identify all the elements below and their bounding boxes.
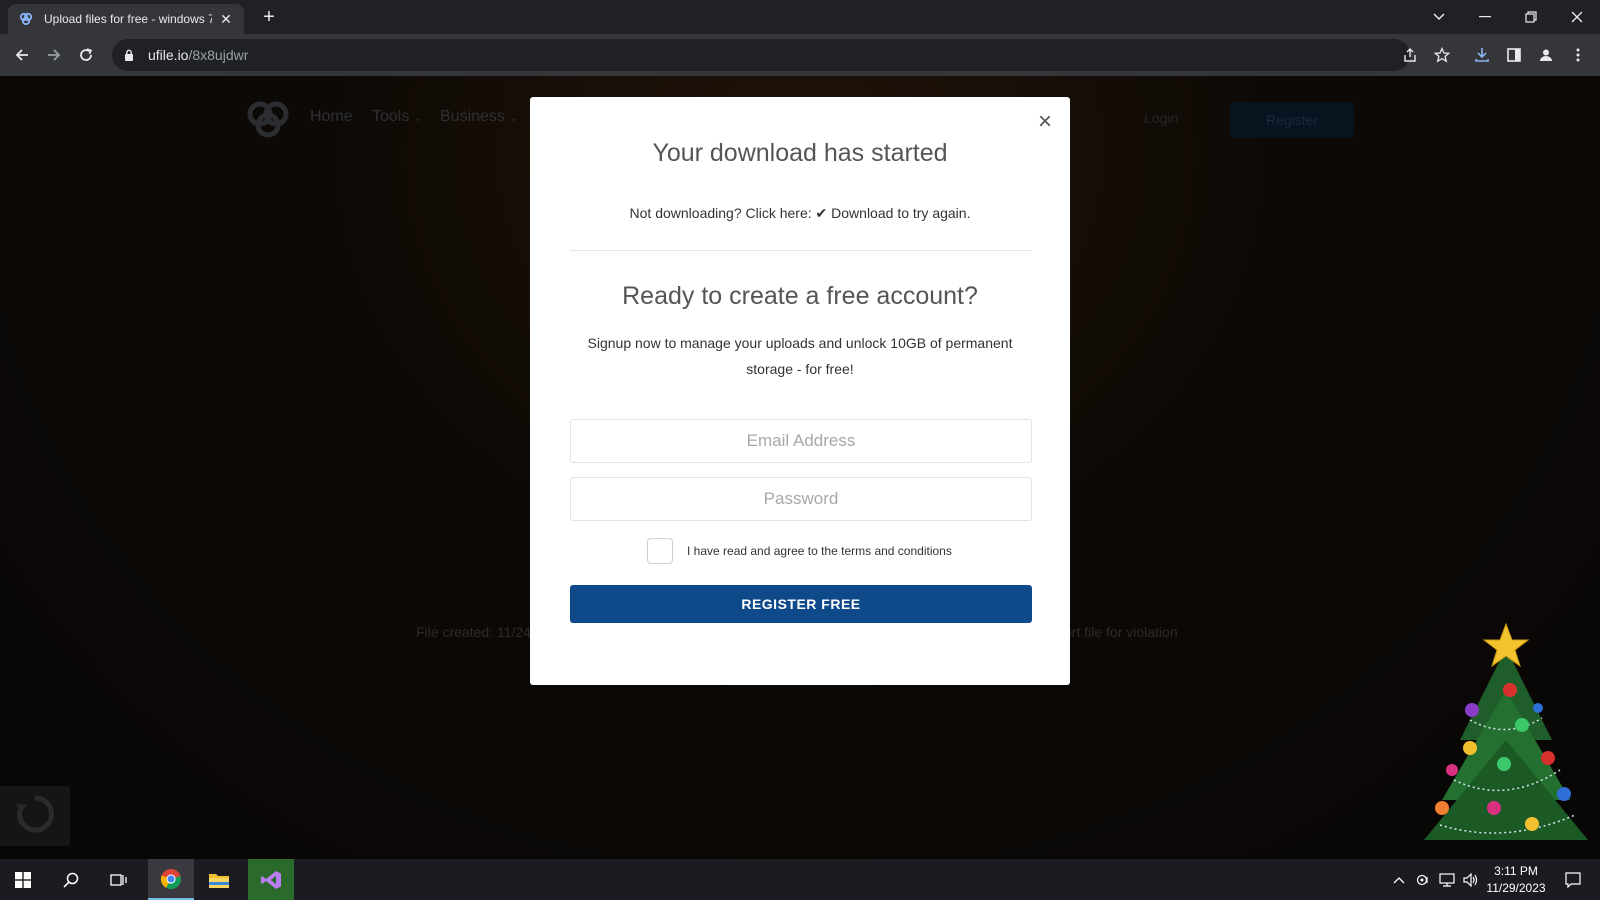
browser-titlebar: Upload files for free - windows 7 ✕ + xyxy=(0,0,1600,34)
tab-title: Upload files for free - windows 7 xyxy=(44,12,212,26)
visual-studio-icon[interactable] xyxy=(248,859,294,900)
email-field[interactable] xyxy=(570,419,1032,463)
signup-text: Signup now to manage your uploads and un… xyxy=(587,335,1013,377)
modal-title: Your download has started xyxy=(652,139,948,167)
tab-search-icon[interactable] xyxy=(1416,0,1462,34)
share-icon[interactable] xyxy=(1398,43,1422,67)
windows-taskbar: 3:11 PM 11/29/2023 xyxy=(0,859,1600,900)
not-downloading-prefix: Not downloading? Click here: xyxy=(629,205,812,221)
menu-kebab-icon[interactable] xyxy=(1566,43,1590,67)
browser-toolbar: ufile.io/8x8ujdwr xyxy=(0,34,1600,76)
terms-checkbox[interactable] xyxy=(647,538,673,564)
account-title: Ready to create a free account? xyxy=(622,282,978,310)
ufile-favicon-icon xyxy=(18,11,34,27)
forward-button[interactable] xyxy=(40,41,68,69)
not-downloading-suffix: to try again. xyxy=(897,205,971,221)
chevron-up-icon[interactable] xyxy=(1388,859,1410,900)
download-link-label: Download xyxy=(831,205,894,221)
url-text: ufile.io/8x8ujdwr xyxy=(148,47,248,63)
taskbar-clock[interactable]: 3:11 PM 11/29/2023 xyxy=(1480,863,1552,897)
minimize-button[interactable] xyxy=(1462,0,1508,34)
close-icon[interactable]: × xyxy=(1034,110,1056,134)
camera-icon[interactable] xyxy=(1412,859,1434,900)
password-field[interactable] xyxy=(570,477,1032,521)
restore-button[interactable] xyxy=(1508,0,1554,34)
register-modal: × Your download has started Not download… xyxy=(530,97,1070,685)
chrome-taskbar-icon[interactable] xyxy=(148,859,194,900)
reload-button[interactable] xyxy=(72,41,100,69)
address-bar[interactable]: ufile.io/8x8ujdwr xyxy=(112,39,1410,71)
clock-time: 3:11 PM xyxy=(1494,864,1538,878)
network-icon[interactable] xyxy=(1436,859,1458,900)
volume-icon[interactable] xyxy=(1460,859,1482,900)
terms-label[interactable]: I have read and agree to the terms and c… xyxy=(687,544,952,558)
url-host: ufile.io xyxy=(148,47,189,63)
christmas-tree-widget xyxy=(1420,620,1592,856)
bookmark-star-icon[interactable] xyxy=(1430,43,1454,67)
side-panel-icon[interactable] xyxy=(1502,43,1526,67)
search-icon[interactable] xyxy=(48,859,94,900)
lock-icon xyxy=(124,48,138,62)
new-tab-button[interactable]: + xyxy=(256,6,282,30)
divider xyxy=(570,250,1032,251)
profile-icon[interactable] xyxy=(1534,43,1558,67)
retry-download-link[interactable]: ✔ Download xyxy=(816,205,894,221)
url-path: /8x8ujdwr xyxy=(188,47,249,63)
register-free-button[interactable]: REGISTER FREE xyxy=(570,585,1032,623)
start-windows-icon[interactable] xyxy=(0,859,46,900)
terms-row: I have read and agree to the terms and c… xyxy=(647,537,952,565)
file-explorer-icon[interactable] xyxy=(196,859,242,900)
close-window-button[interactable] xyxy=(1554,0,1600,34)
clock-date: 11/29/2023 xyxy=(1486,881,1546,895)
tab-close-icon[interactable]: ✕ xyxy=(218,11,234,28)
browser-tab[interactable]: Upload files for free - windows 7 ✕ xyxy=(8,4,244,34)
back-button[interactable] xyxy=(8,41,36,69)
notifications-icon[interactable] xyxy=(1556,859,1590,900)
task-view-icon[interactable] xyxy=(96,859,142,900)
not-downloading-text: Not downloading? Click here: ✔ Download … xyxy=(530,205,1070,222)
downloads-icon[interactable] xyxy=(1470,43,1494,67)
checkmark-icon: ✔ xyxy=(815,205,828,221)
